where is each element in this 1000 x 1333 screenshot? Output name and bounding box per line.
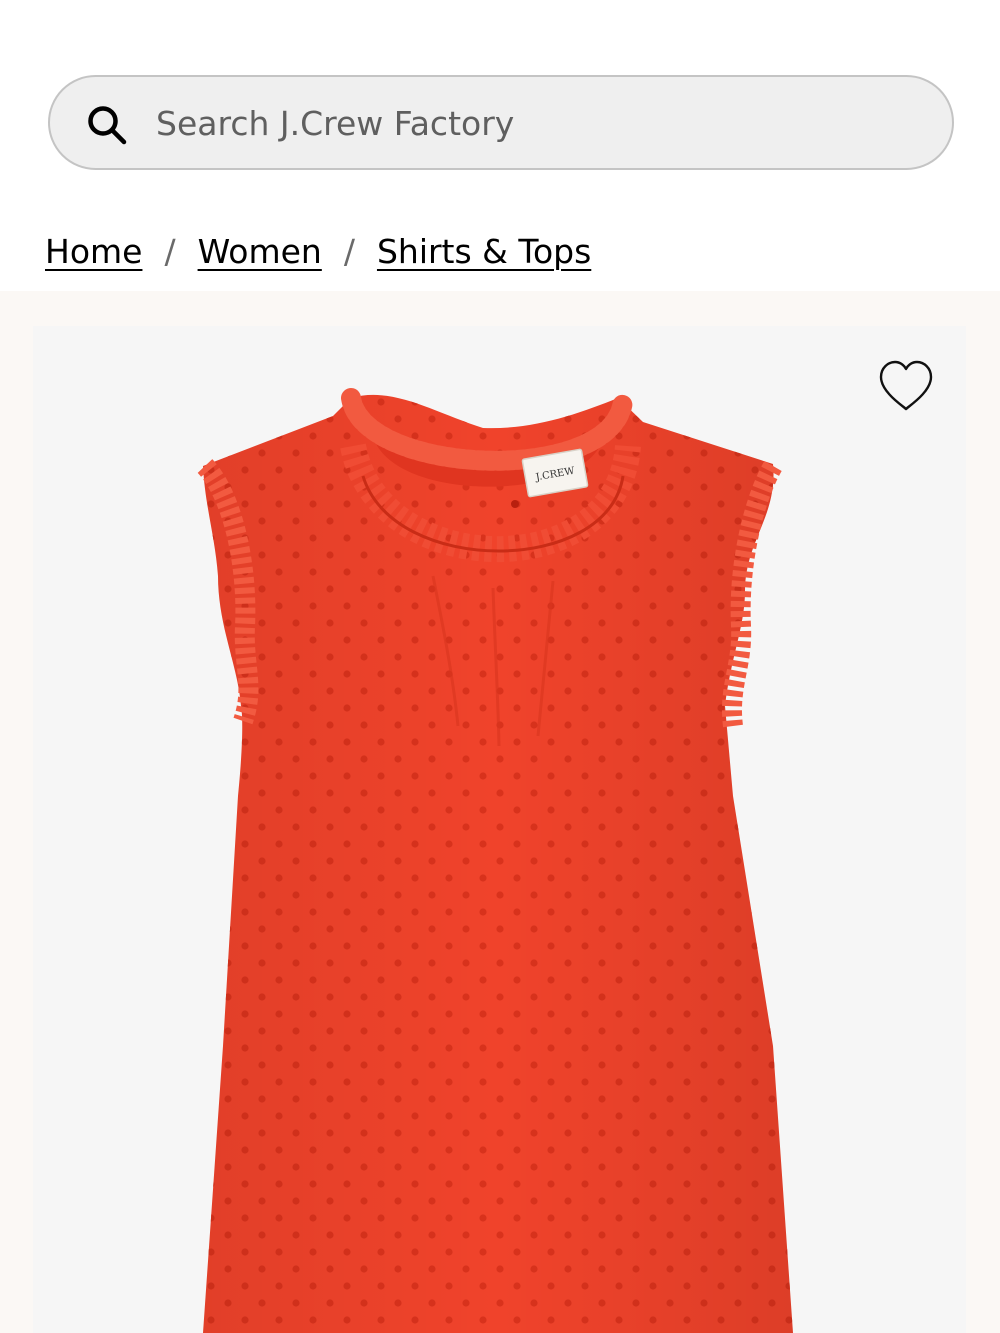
search-bar[interactable] <box>48 75 954 170</box>
search-input[interactable] <box>156 91 916 155</box>
search-icon <box>88 106 127 145</box>
breadcrumb: Home / Women / Shirts & Tops <box>45 226 591 276</box>
product-image-frame[interactable]: J.CREW <box>33 326 966 1333</box>
breadcrumb-separator: / <box>164 231 176 271</box>
breadcrumb-home-link[interactable]: Home <box>45 232 142 271</box>
product-image: J.CREW <box>197 388 793 1333</box>
breadcrumb-separator: / <box>343 231 355 271</box>
wishlist-button[interactable] <box>873 356 939 416</box>
breadcrumb-shirts-tops-link[interactable]: Shirts & Tops <box>377 232 591 271</box>
breadcrumb-women-link[interactable]: Women <box>198 232 322 271</box>
heart-outline-icon <box>879 360 933 411</box>
